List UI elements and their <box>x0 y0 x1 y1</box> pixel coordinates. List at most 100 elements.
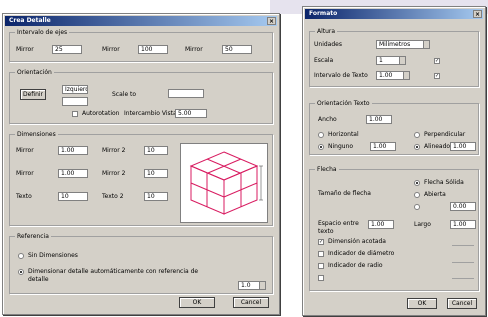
dim-row-3-label-1: Texto <box>16 193 32 200</box>
cancel-button[interactable]: Cancel <box>447 298 477 309</box>
scale-field[interactable] <box>168 89 204 98</box>
perpendicular-radio[interactable] <box>414 132 420 138</box>
text-spacing-label: Espacio entre texto <box>318 220 359 235</box>
height-title: Altura <box>315 28 338 35</box>
aligned-radio[interactable] <box>414 144 420 150</box>
text-interval-checkbox[interactable]: ✓ <box>434 73 440 79</box>
text-interval-field[interactable]: 1.00 <box>376 71 410 80</box>
auto-dimension-label: Dimensionar detalle automáticamente con … <box>28 268 199 283</box>
radius-sample-line <box>452 262 474 263</box>
close-icon[interactable]: × <box>473 10 482 18</box>
solid-arrow-label: Flecha Sólida <box>424 179 464 186</box>
horizontal-radio[interactable] <box>318 132 324 138</box>
axis-3-label: Mirror <box>185 46 203 53</box>
close-icon[interactable]: × <box>267 17 276 25</box>
spinner-icon[interactable] <box>399 57 405 64</box>
open-arrow-radio[interactable] <box>414 192 420 198</box>
dim-row-3-label-2: Texto 2 <box>102 193 124 200</box>
orientation-group: Orientación Definir Izquierda Scale to A… <box>9 69 273 124</box>
side-field-2[interactable] <box>62 97 88 106</box>
none-label: Ninguno <box>328 143 354 150</box>
axis-3-field[interactable]: 50 <box>222 45 252 54</box>
autorotation-checkbox[interactable] <box>72 111 78 117</box>
view-swap-field[interactable]: 5.00 <box>175 109 207 118</box>
arrow-group: Flecha Tamaño de flecha Flecha Sólida Ab… <box>309 166 479 291</box>
scale-field[interactable]: 1 <box>376 56 406 65</box>
length-field[interactable]: 1.00 <box>450 220 476 229</box>
arrow-size-field[interactable]: 0.00 <box>450 202 476 211</box>
detail-dialog: Crea Detalle × Intervalo de ejes Mirror … <box>2 13 280 315</box>
bounded-dimension-label: Dimensión acotada <box>328 238 386 245</box>
none-field[interactable]: 1.00 <box>370 142 396 151</box>
text-orientation-group: Orientación Texto Ancho 1.00 Horizontal … <box>309 100 479 155</box>
axis-2-field[interactable]: 100 <box>138 45 168 54</box>
units-label: Unidades <box>314 41 342 48</box>
diameter-indicator-checkbox[interactable] <box>318 251 324 257</box>
dim-row-2-label-1: Mirror <box>16 170 34 177</box>
side-field[interactable]: Izquierda <box>62 85 88 94</box>
axis-2-label: Mirror <box>102 46 120 53</box>
autorotation-label: Autorotation <box>82 110 120 117</box>
solid-arrow-radio[interactable] <box>414 180 420 186</box>
detail-dialog-title: Crea Detalle <box>9 17 51 24</box>
ok-button[interactable]: OK <box>407 298 437 309</box>
dim-row-1-field-2[interactable]: 10 <box>144 146 168 155</box>
orientation-title: Orientación <box>15 69 54 76</box>
aligned-label: Alineado <box>424 143 451 150</box>
dim-row-3-field-1[interactable]: 10 <box>58 192 88 201</box>
horizontal-label: Horizontal <box>328 131 359 138</box>
dimensions-group: Dimensiones Mirror 1.00 Mirror 2 10 Mirr… <box>9 131 273 226</box>
reference-group: Referencia Sin Dimensiones Dimensionar d… <box>9 233 273 294</box>
text-spacing-field[interactable]: 1.00 <box>368 220 394 229</box>
open-arrow-label: Abierta <box>424 191 446 198</box>
other-arrow-radio[interactable] <box>414 204 420 210</box>
format-dialog: Formato × Altura Unidades Milímetros Esc… <box>302 6 486 316</box>
axis-interval-title: Intervalo de ejes <box>15 29 70 36</box>
text-orientation-title: Orientación Texto <box>315 100 372 107</box>
width-label: Ancho <box>318 116 337 123</box>
format-dialog-titlebar: Formato × <box>305 9 483 19</box>
no-dimensions-label: Sin Dimensiones <box>28 252 78 259</box>
radius-indicator-checkbox[interactable] <box>318 263 324 269</box>
format-dialog-title: Formato <box>309 10 338 17</box>
dimensions-title: Dimensiones <box>15 131 58 138</box>
auto-dimension-radio[interactable] <box>18 269 24 275</box>
scale-label: Escala <box>314 57 334 64</box>
perpendicular-label: Perpendicular <box>424 131 466 138</box>
none-radio[interactable] <box>318 144 324 150</box>
aligned-field[interactable]: 1.00 <box>450 142 476 151</box>
length-label: Largo <box>414 221 431 228</box>
ok-button[interactable]: OK <box>179 297 215 308</box>
chevron-down-icon[interactable] <box>423 41 429 48</box>
axis-1-label: Mirror <box>16 46 34 53</box>
axis-interval-group: Intervalo de ejes Mirror 25 Mirror 100 M… <box>9 29 273 62</box>
bounded-dimension-checkbox[interactable]: ✓ <box>318 239 324 245</box>
spinner-icon[interactable] <box>259 282 265 289</box>
dim-row-2-field-2[interactable]: 10 <box>144 169 168 178</box>
scale-checkbox[interactable]: ✓ <box>434 58 440 64</box>
axis-1-field[interactable]: 25 <box>52 45 82 54</box>
define-button[interactable]: Definir <box>20 89 46 100</box>
dim-row-3-field-2[interactable]: 10 <box>144 192 168 201</box>
dim-row-1-label-1: Mirror <box>16 147 34 154</box>
dim-row-1-field-1[interactable]: 1.00 <box>58 146 88 155</box>
reference-value-field[interactable]: 1.0 <box>238 281 266 290</box>
dim-row-2-field-1[interactable]: 1.00 <box>58 169 88 178</box>
no-dimensions-radio[interactable] <box>18 253 24 259</box>
detail-dialog-titlebar: Crea Detalle × <box>5 16 277 26</box>
extra-sample-line <box>452 278 474 279</box>
height-group: Altura Unidades Milímetros Escala 1 ✓ In… <box>309 28 479 87</box>
cancel-button[interactable]: Cancel <box>233 297 269 308</box>
reference-title: Referencia <box>15 233 51 240</box>
view-swap-label: Intercambio Vistas <box>124 110 180 117</box>
cube-preview <box>180 143 268 223</box>
diameter-sample-line <box>452 245 474 246</box>
units-select[interactable]: Milímetros <box>376 40 430 49</box>
diameter-indicator-label: Indicador de diámetro <box>328 250 395 257</box>
extra-option-checkbox[interactable] <box>318 275 324 281</box>
dim-row-1-label-2: Mirror 2 <box>102 147 126 154</box>
cube-drawing <box>189 151 263 215</box>
text-interval-label: Intervalo de Texto <box>314 72 368 79</box>
spinner-icon[interactable] <box>403 72 409 79</box>
width-field[interactable]: 1.00 <box>366 115 392 124</box>
